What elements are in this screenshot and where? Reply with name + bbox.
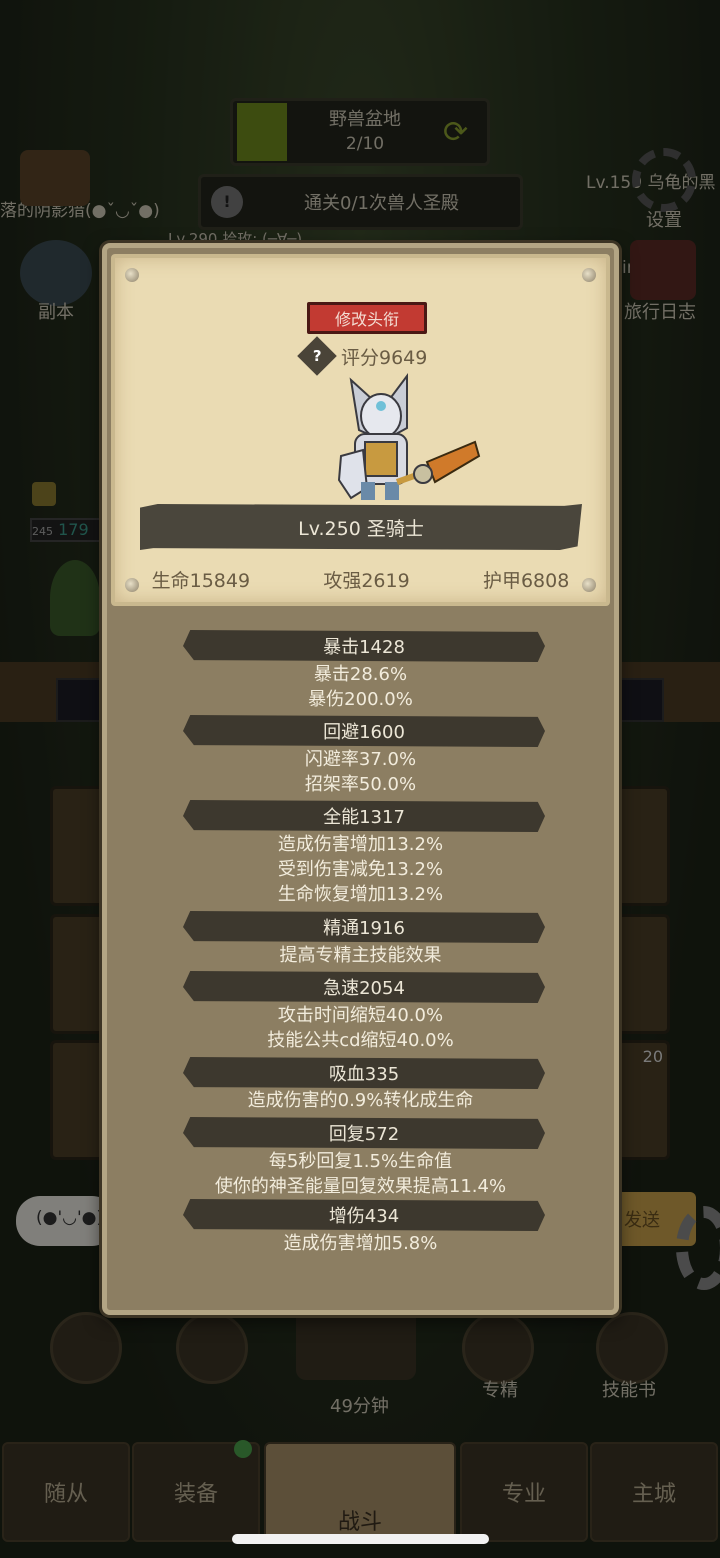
travel-log-label: 旅行日志 [624, 302, 696, 323]
stat-line: 招架率50.0% [304, 774, 417, 795]
travel-log-icon[interactable] [630, 240, 696, 300]
character-stats-panel: 修改头衔 ? 评分9649 Lv.250 圣骑士 生命15849 攻强2619 … [102, 243, 619, 1315]
stat-header-leech: 吸血335 [183, 1057, 545, 1089]
rename-title-button[interactable]: 修改头衔 [307, 302, 427, 334]
tab-followers[interactable]: 随从 [2, 1442, 130, 1542]
stat-header-versatility: 全能1317 [183, 800, 545, 832]
card-badge: 20 [642, 1047, 663, 1066]
hp-level: 245 [32, 525, 53, 538]
stat-line: 受到伤害减免13.2% [277, 859, 444, 880]
specialty-label: 专精 [482, 1380, 518, 1401]
home-indicator[interactable] [232, 1534, 489, 1544]
nail-icon [125, 268, 139, 282]
settings-gear-icon[interactable] [632, 148, 696, 212]
stat-line: 造成伤害增加5.8% [283, 1233, 438, 1254]
stat-line: 暴伤200.0% [308, 689, 413, 710]
quest-bar[interactable]: ! 通关0/1次兽人圣殿 [198, 174, 523, 230]
buff-icon [32, 482, 56, 506]
bread-button[interactable] [176, 1312, 248, 1384]
tab-battle[interactable]: 战斗 [264, 1442, 456, 1542]
area-name: 野兽盆地 [329, 109, 401, 130]
dungeon-label: 副本 [38, 302, 74, 323]
stat-line: 造成伤害增加13.2% [277, 834, 444, 855]
stat-line: 攻击时间缩短40.0% [277, 1005, 444, 1026]
skillbook-label: 技能书 [602, 1380, 656, 1401]
hp-stat: 生命15849 [151, 570, 251, 592]
area-header[interactable]: 野兽盆地 2/10 ⟳ [230, 98, 490, 166]
score-label: 评分9649 [341, 346, 428, 369]
stat-header-haste: 急速2054 [183, 971, 545, 1003]
skillbook-button[interactable] [596, 1312, 668, 1384]
armor-stat: 护甲6808 [482, 570, 570, 592]
stat-line: 暴击28.6% [313, 664, 408, 685]
attack-power-stat: 攻强2619 [323, 570, 410, 592]
potion-button[interactable] [50, 1312, 122, 1384]
stat-header-damage-bonus: 增伤434 [183, 1199, 545, 1231]
hp-value: 179 [58, 520, 89, 539]
dungeon-icon[interactable] [20, 240, 92, 306]
send-label: 发送 [624, 1210, 660, 1231]
chat-input[interactable]: (●'◡'●) [16, 1196, 116, 1246]
help-icon-glyph: ? [312, 346, 322, 365]
quest-text: 通关0/1次兽人圣殿 [304, 193, 459, 214]
area-progress: 2/10 [345, 134, 385, 154]
paladin-character-image [337, 373, 481, 500]
timer-label: 49分钟 [330, 1396, 389, 1417]
stat-line: 提高专精主技能效果 [279, 945, 442, 966]
refresh-icon[interactable]: ⟳ [443, 115, 487, 150]
score-row: ? 评分9649 [297, 336, 428, 376]
stat-line: 闪避率37.0% [304, 749, 417, 770]
stat-line: 每5秒回复1.5%生命值 [268, 1151, 453, 1172]
stat-header-mastery: 精通1916 [183, 911, 545, 943]
tab-profession[interactable]: 专业 [460, 1442, 588, 1542]
notification-dot [234, 1440, 252, 1458]
chat-emoticon: (●'◡'●) [36, 1208, 104, 1228]
settings-label: 设置 [646, 210, 682, 231]
player-avatar [50, 560, 100, 636]
tab-battle-label: 战斗 [337, 1510, 382, 1535]
stat-header-crit: 暴击1428 [183, 630, 545, 662]
base-stats-row: 生命15849 攻强2619 护甲6808 [115, 566, 606, 593]
stat-line: 技能公共cd缩短40.0% [267, 1030, 454, 1051]
stat-line: 造成伤害的0.9%转化成生命 [247, 1090, 474, 1111]
alert-icon: ! [211, 186, 243, 218]
stat-line: 生命恢复增加13.2% [277, 884, 444, 905]
character-card: 修改头衔 ? 评分9649 Lv.250 圣骑士 生命15849 攻强2619 … [111, 254, 610, 606]
stat-header-regen: 回复572 [183, 1117, 545, 1149]
nail-icon [582, 268, 596, 282]
stat-line: 使你的神圣能量回复效果提高11.4% [214, 1176, 507, 1197]
level-class-banner: Lv.250 圣骑士 [140, 504, 582, 550]
hp-bar: 245 179 [30, 518, 102, 542]
scroll-icon[interactable] [20, 150, 90, 206]
area-color-swatch [237, 103, 287, 161]
specialty-button[interactable] [462, 1312, 534, 1384]
gear-icon[interactable] [676, 1206, 720, 1290]
stat-header-avoidance: 回避1600 [183, 715, 545, 747]
tab-main-city[interactable]: 主城 [590, 1442, 718, 1542]
